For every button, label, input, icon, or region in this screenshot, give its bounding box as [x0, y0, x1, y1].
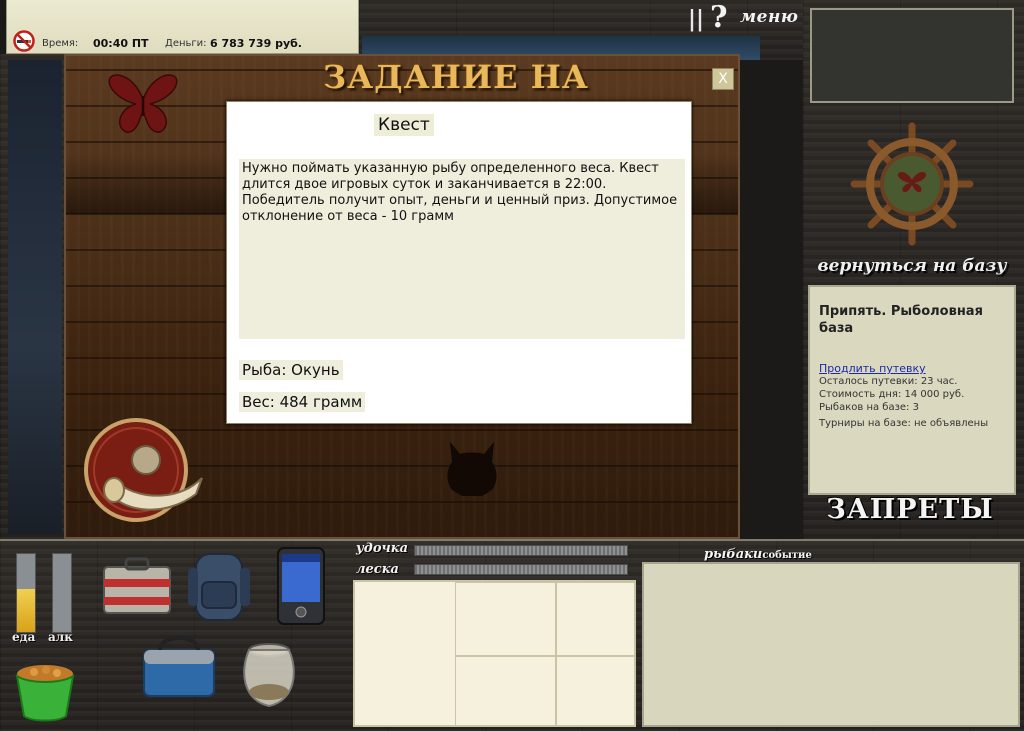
- rod-label: удочка: [356, 541, 408, 556]
- inventory-slot[interactable]: [556, 582, 635, 656]
- ship-wheel-icon[interactable]: [850, 122, 974, 246]
- inventory-slot[interactable]: [556, 656, 635, 726]
- inventory-slot[interactable]: [455, 656, 556, 726]
- shield-horn-icon[interactable]: [84, 416, 210, 528]
- return-to-base-button[interactable]: вернуться на базу: [814, 256, 1010, 276]
- money-label: Деньги:: [165, 38, 207, 49]
- fish-keepnet-jar-icon[interactable]: [238, 640, 300, 710]
- alcohol-label: алк: [48, 630, 73, 644]
- food-label: еда: [12, 630, 36, 644]
- bait-bucket-icon[interactable]: [12, 654, 78, 722]
- base-info-line: Турниры на базе: не объявлены: [819, 418, 989, 429]
- base-info-line: Осталось путевки: 23 час.: [819, 376, 958, 387]
- chat-tabs: рыбакисобытие: [704, 543, 812, 562]
- base-info-line: Рыбаков на базе: 3: [819, 402, 919, 413]
- bans-button[interactable]: ЗАПРЕТЫ: [820, 494, 1000, 525]
- status-bar: Время: 00:40 ПТ Деньги: 6 783 739 руб.: [6, 0, 359, 54]
- line-progress-bar: [414, 564, 628, 575]
- close-button[interactable]: X: [712, 68, 734, 90]
- time-label: Время:: [42, 38, 79, 49]
- tab-event[interactable]: событие: [762, 550, 811, 561]
- alcohol-meter: [52, 553, 72, 633]
- minimap[interactable]: [810, 8, 1014, 103]
- rod-progress-bar: [414, 545, 628, 556]
- quest-dialog: Квест Нужно поймать указанную рыбу опред…: [226, 101, 692, 424]
- chat-panel[interactable]: [642, 562, 1020, 727]
- quest-panel: ЗАДАНИЕ НА КВЕСТ X Квест Нужно поймать у…: [64, 54, 740, 539]
- no-smoking-icon[interactable]: [13, 30, 35, 52]
- quest-fish: Рыба: Окунь: [239, 360, 343, 380]
- extend-pass-link[interactable]: Продлить путевку: [819, 362, 1006, 375]
- food-meter-fill: [17, 589, 35, 632]
- left-frame: [0, 54, 66, 539]
- tackle-box-icon[interactable]: [100, 555, 174, 619]
- base-info-line: Стоимость дня: 14 000 руб.: [819, 389, 965, 400]
- backpack-icon[interactable]: [186, 546, 252, 626]
- inventory-slot[interactable]: [455, 582, 556, 656]
- left-landscape: [8, 60, 62, 534]
- menu-button[interactable]: меню: [740, 7, 798, 27]
- money-value: 6 783 739 руб.: [210, 37, 302, 50]
- help-button[interactable]: ?: [710, 0, 728, 35]
- quest-heading: Квест: [374, 114, 434, 136]
- butterfly-logo-icon: [108, 74, 178, 133]
- cooler-bag-icon[interactable]: [138, 632, 220, 700]
- cat-silhouette-icon: [447, 442, 497, 496]
- inventory-grid: [353, 580, 636, 727]
- food-meter: [16, 553, 36, 633]
- quest-description: Нужно поймать указанную рыбу определенно…: [239, 159, 685, 339]
- time-value: 00:40 ПТ: [93, 37, 149, 50]
- line-label: леска: [356, 562, 399, 577]
- pause-button[interactable]: ||: [688, 6, 704, 32]
- tab-fishers[interactable]: рыбаки: [704, 547, 762, 562]
- base-name: Припять. Рыболовная база: [819, 304, 983, 336]
- top-menu: || ? меню: [680, 0, 802, 35]
- quest-weight: Вес: 484 грамм: [239, 392, 366, 412]
- base-info-panel: Припять. Рыболовная база Продлить путевк…: [808, 285, 1016, 495]
- pda-device-icon[interactable]: [274, 546, 328, 626]
